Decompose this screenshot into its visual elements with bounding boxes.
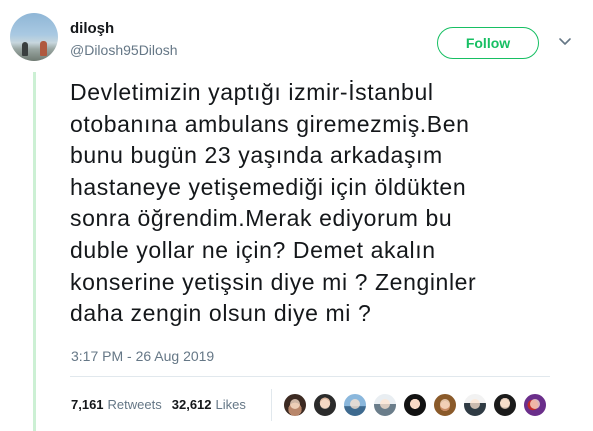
stats-separator	[271, 389, 272, 421]
tweet-text-line: hastaneye yetişemediği için öldükten	[70, 173, 467, 200]
liker-avatar[interactable]	[463, 393, 487, 417]
tweet-timestamp[interactable]: 3:17 PM - 26 Aug 2019	[71, 348, 214, 364]
liker-avatar[interactable]	[403, 393, 427, 417]
likes-count: 32,612	[171, 397, 212, 412]
avatar-figure	[22, 42, 28, 56]
tweet-text-line: otobanına ambulans giremezmiş.Ben	[70, 110, 470, 137]
liker-avatar[interactable]	[433, 393, 457, 417]
avatar-figure	[40, 41, 47, 56]
author-avatar[interactable]	[10, 13, 58, 61]
thread-line	[33, 72, 36, 431]
author-handle[interactable]: @Dilosh95Dilosh	[70, 42, 178, 58]
likes-stat[interactable]: 32,612 Likes	[172, 397, 246, 412]
tweet-text-line: konserine yetişsin diye mi ? Zenginler	[70, 268, 477, 295]
follow-button[interactable]: Follow	[437, 27, 539, 59]
retweets-stat[interactable]: 7,161 Retweets	[71, 397, 162, 412]
retweets-count: 7,161	[71, 397, 104, 412]
tweet-text-line: Devletimizin yaptığı izmir-İstanbul	[70, 79, 434, 105]
liker-avatar[interactable]	[373, 393, 397, 417]
liker-avatar[interactable]	[313, 393, 337, 417]
tweet-text-line: bunu bugün 23 yaşında arkadaşım	[70, 142, 443, 169]
follow-button-label: Follow	[465, 35, 511, 51]
likes-label: Likes	[215, 397, 246, 412]
tweet-text-line: sonra öğrendim.Merak ediyorum bu	[70, 205, 453, 232]
tweet-stats: 7,161 Retweets 32,612 Likes	[71, 397, 246, 412]
liker-avatar[interactable]	[343, 393, 367, 417]
tweet-text: Devletimizin yaptığı izmir-İstanbul otob…	[70, 77, 570, 330]
likers-avatar-list	[283, 393, 553, 417]
retweets-label: Retweets	[107, 397, 162, 412]
liker-avatar[interactable]	[493, 393, 517, 417]
tweet-text-line: daha zengin olsun diye mi ?	[70, 300, 372, 327]
tweet-text-line: duble yollar ne için? Demet akalın	[70, 236, 436, 263]
liker-avatar[interactable]	[523, 393, 547, 417]
author-display-name[interactable]: diloşh	[70, 20, 114, 37]
divider	[70, 376, 550, 377]
chevron-down-icon[interactable]	[558, 37, 572, 47]
liker-avatar[interactable]	[283, 393, 307, 417]
